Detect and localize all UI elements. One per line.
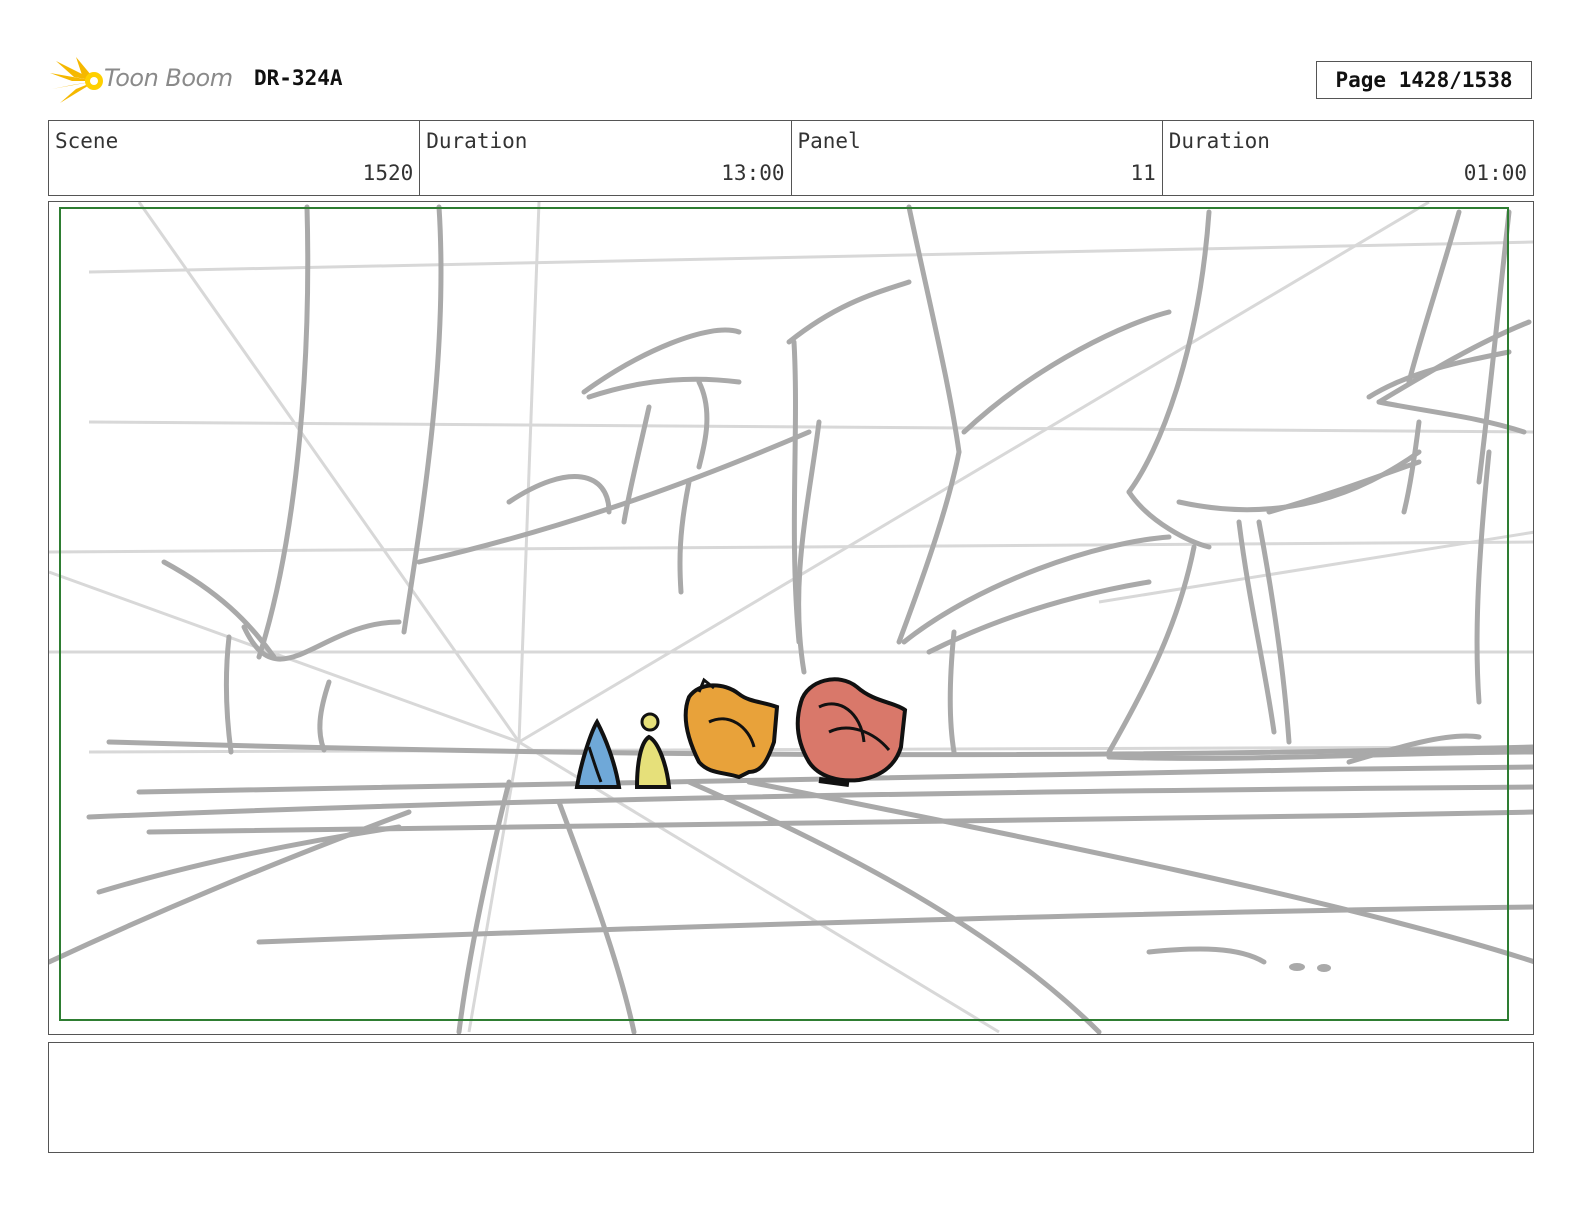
ground-marks	[1289, 963, 1331, 972]
scene-value: 1520	[362, 161, 414, 185]
panel-label: Panel	[797, 129, 861, 153]
panel-sketch	[49, 202, 1533, 1034]
character-orange	[683, 677, 780, 780]
scene-label: Scene	[55, 129, 119, 153]
logo-text: Toon Boom	[104, 64, 233, 92]
starburst-icon	[50, 57, 103, 103]
panel-duration-label: Duration	[1168, 129, 1270, 153]
page-indicator: Page 1428/1538	[1316, 61, 1532, 99]
panel-duration-cell: Duration 01:00	[1163, 121, 1533, 195]
scene-duration-cell: Duration 13:00	[420, 121, 792, 195]
scene-duration-value: 13:00	[721, 161, 785, 185]
scene-duration-label: Duration	[426, 129, 528, 153]
panel-duration-value: 01:00	[1463, 161, 1527, 185]
character-red	[795, 677, 908, 787]
document-id: DR-324A	[254, 66, 343, 90]
panel-notes-box	[48, 1042, 1534, 1153]
scene-cell: Scene 1520	[49, 121, 421, 195]
storyboard-panel	[48, 201, 1534, 1035]
panel-value: 11	[1130, 161, 1156, 185]
panel-cell: Panel 11	[792, 121, 1163, 195]
character-blue	[574, 717, 622, 789]
scene-info-table: Scene 1520 Duration 13:00 Panel 11 Durat…	[48, 120, 1534, 196]
